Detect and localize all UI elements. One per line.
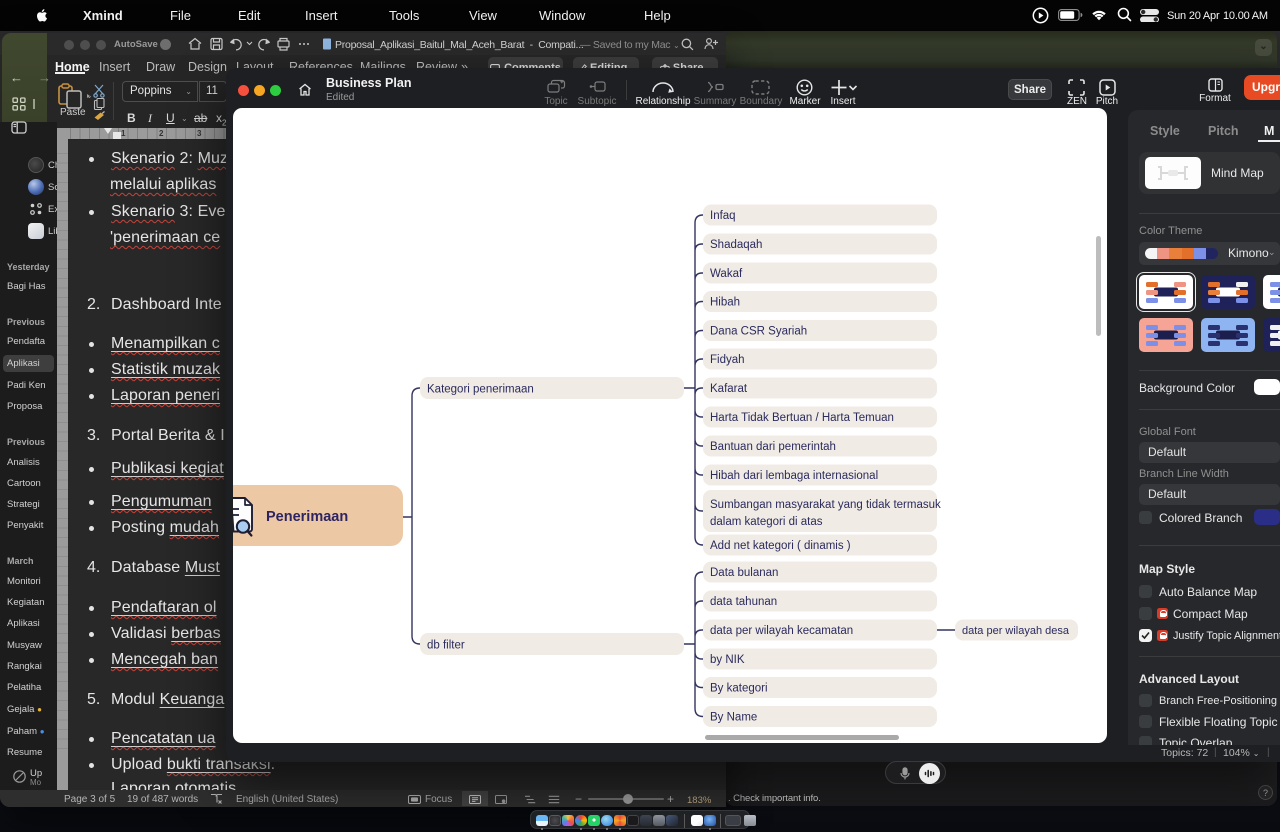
svg-text:Hibah: Hibah <box>710 297 740 309</box>
svg-text:By kategori: By kategori <box>710 683 768 695</box>
svg-text:Dana CSR Syariah: Dana CSR Syariah <box>710 326 807 338</box>
svg-text:Infaq: Infaq <box>710 210 736 222</box>
svg-text:data per wilayah desa: data per wilayah desa <box>962 625 1070 637</box>
svg-text:Kategori penerimaan: Kategori penerimaan <box>427 384 534 396</box>
svg-text:Fidyah: Fidyah <box>710 354 745 366</box>
svg-text:Sumbangan masyarakat yang tida: Sumbangan masyarakat yang tidak termasuk <box>710 499 941 511</box>
svg-text:Hibah dari lembaga internasion: Hibah dari lembaga internasional <box>710 470 878 482</box>
svg-text:by NIK: by NIK <box>710 654 745 666</box>
svg-text:Kafarat: Kafarat <box>710 383 748 395</box>
svg-text:Add net kategori ( dinamis ): Add net kategori ( dinamis ) <box>710 540 851 552</box>
svg-text:db filter: db filter <box>427 640 465 652</box>
svg-text:Bantuan dari pemerintah: Bantuan dari pemerintah <box>710 441 836 453</box>
svg-text:Harta Tidak Bertuan / Harta Te: Harta Tidak Bertuan / Harta Temuan <box>710 412 894 424</box>
svg-text:By Name: By Name <box>710 712 757 724</box>
svg-text:data tahunan: data tahunan <box>710 596 777 608</box>
svg-text:Shadaqah: Shadaqah <box>710 239 762 251</box>
svg-text:Penerimaan: Penerimaan <box>266 509 348 525</box>
svg-text:dalam kategori di atas: dalam kategori di atas <box>710 516 823 528</box>
svg-text:Data bulanan: Data bulanan <box>710 567 778 579</box>
svg-text:Wakaf: Wakaf <box>710 268 743 280</box>
svg-text:data per wilayah kecamatan: data per wilayah kecamatan <box>710 625 853 637</box>
